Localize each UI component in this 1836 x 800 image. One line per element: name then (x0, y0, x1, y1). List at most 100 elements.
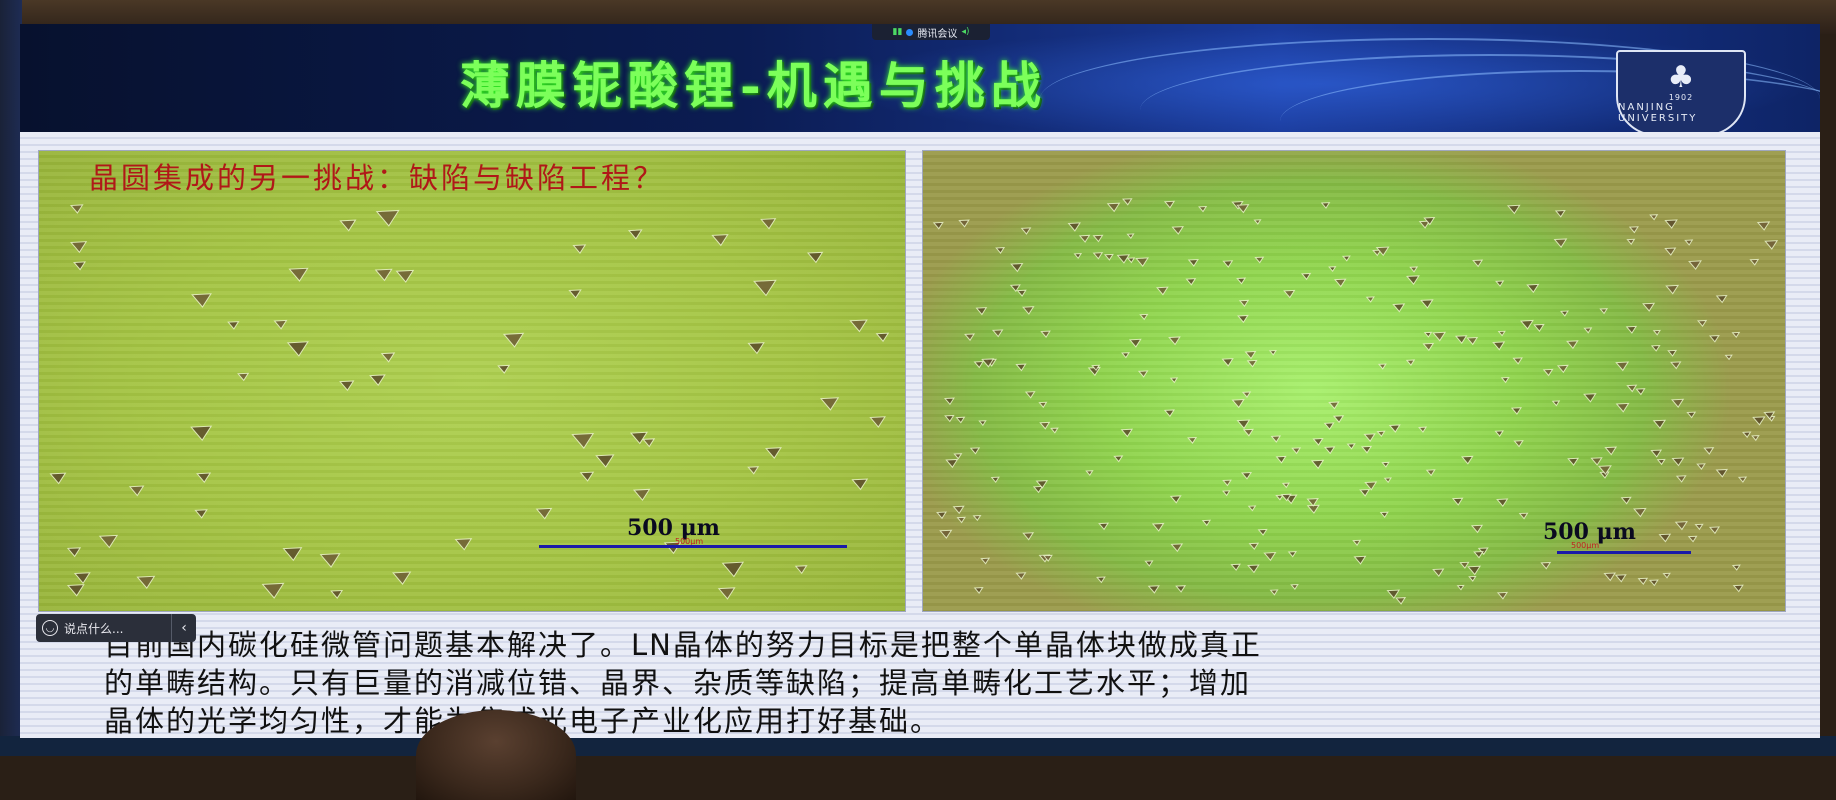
micrograph-left: 晶圆集成的另一挑战：缺陷与缺陷工程？ 500 μm 500μm (38, 150, 906, 612)
etch-pit (1039, 421, 1051, 430)
etch-pit (1633, 507, 1647, 518)
etch-pit (1257, 528, 1268, 536)
etch-pit (1116, 254, 1131, 264)
etch-pit (1650, 449, 1663, 458)
etch-pit (1236, 204, 1250, 214)
projection-screen: 薄膜铌酸锂-机遇与挑战 ♣ 1902 NANJING UNIVERSITY ▮▮… (20, 24, 1820, 738)
etch-pit (136, 575, 156, 589)
etch-pit (1662, 572, 1671, 579)
etch-pit (66, 584, 85, 597)
etch-pit (1230, 563, 1241, 572)
etch-pit (1169, 377, 1179, 384)
etch-pit (1237, 314, 1249, 324)
etch-pit (952, 505, 965, 515)
etch-pit (1040, 330, 1051, 338)
etch-pit (572, 244, 587, 254)
etch-pit (1425, 469, 1436, 477)
etch-pit (1122, 198, 1133, 206)
etch-pit (1756, 221, 1771, 231)
etch-pit (1240, 471, 1253, 480)
etch-pit (1263, 551, 1277, 562)
etch-pit (1281, 482, 1291, 489)
etch-pit (1649, 579, 1659, 587)
etch-pit (1732, 584, 1744, 593)
etch-pit (990, 476, 1000, 484)
etch-pit (1275, 455, 1287, 464)
etch-pit (1506, 204, 1521, 215)
etch-pit (1519, 319, 1534, 330)
etch-pit (1032, 485, 1044, 494)
etch-pit (1409, 266, 1419, 273)
etch-pit (1379, 511, 1389, 519)
meeting-app-icon (906, 28, 914, 36)
etch-pit (1364, 481, 1378, 491)
etch-pit (1300, 272, 1312, 281)
etch-pit (1016, 289, 1027, 297)
etch-pit (944, 397, 955, 406)
etch-pit (1635, 388, 1646, 396)
pine-tree-icon: ♣ (1667, 59, 1695, 95)
signal-icon: ▮▮ (892, 27, 903, 37)
etch-pit (1494, 430, 1504, 437)
meeting-app-bar[interactable]: ▮▮ 腾讯会议 ◂) (872, 24, 990, 40)
scale-bar-left (539, 545, 847, 548)
scale-label-left: 500 μm (627, 515, 720, 541)
etch-pit (1649, 214, 1659, 221)
etch-pit (227, 321, 240, 330)
etch-pit (1236, 277, 1247, 285)
emoji-icon[interactable]: ◡ (42, 620, 58, 636)
etch-pit (1540, 561, 1552, 570)
etch-pit (1137, 370, 1149, 378)
etch-pit (1201, 519, 1212, 527)
etch-pit (454, 538, 473, 551)
etch-pits-right (932, 198, 1779, 605)
etch-pit (1359, 488, 1371, 497)
etch-pit (794, 565, 808, 575)
comment-input[interactable]: ◡ 说点什么... ‹ (36, 614, 196, 642)
etch-pit (956, 516, 966, 524)
etch-pit (288, 267, 309, 282)
etch-pit (975, 307, 988, 316)
etch-pit (1135, 257, 1149, 267)
etch-pit (1686, 411, 1697, 419)
etch-pit (1085, 470, 1094, 477)
etch-pit (1737, 476, 1748, 483)
etch-pit (1671, 457, 1685, 467)
etch-pit (1022, 532, 1035, 541)
etch-pit (374, 268, 393, 282)
etch-pit (1073, 253, 1083, 260)
etch-pit (1248, 542, 1260, 551)
etch-pit (944, 414, 955, 423)
etch-pit (1467, 565, 1482, 576)
etch-pit (1287, 551, 1297, 558)
etch-pit (1703, 447, 1715, 455)
etch-pit (1694, 523, 1704, 531)
etch-pit (953, 453, 963, 460)
etch-pit (1169, 495, 1182, 504)
etch-pit (1556, 364, 1569, 374)
etch-pit (339, 380, 355, 392)
slide-title-band: 薄膜铌酸锂-机遇与挑战 ♣ 1902 NANJING UNIVERSITY (20, 24, 1820, 136)
collapse-icon[interactable]: ‹ (171, 614, 196, 642)
etch-pit (1670, 398, 1685, 408)
etch-pits-left (49, 204, 890, 600)
etch-pit (1187, 436, 1198, 444)
conclusion-line: 晶体的光学均匀性，才能为集成光电子产业化应用打好基础。 (104, 702, 1784, 738)
etch-pit (1022, 306, 1035, 315)
etch-pit (1724, 354, 1733, 361)
etch-pit (319, 553, 341, 568)
etch-pit (1360, 445, 1373, 454)
etch-pit (1652, 419, 1667, 429)
etch-pit (69, 204, 84, 214)
room-floor-edge (0, 736, 1836, 756)
etch-pit (194, 509, 208, 519)
etch-pit (711, 234, 729, 247)
etch-pit (1078, 234, 1091, 243)
etch-pit (1332, 415, 1345, 424)
etch-pit (869, 416, 886, 428)
etch-pit (1270, 435, 1282, 443)
etch-pit (1708, 526, 1720, 535)
etch-pit (1151, 522, 1165, 532)
etch-pit (1386, 589, 1401, 599)
etch-pit (535, 507, 553, 520)
